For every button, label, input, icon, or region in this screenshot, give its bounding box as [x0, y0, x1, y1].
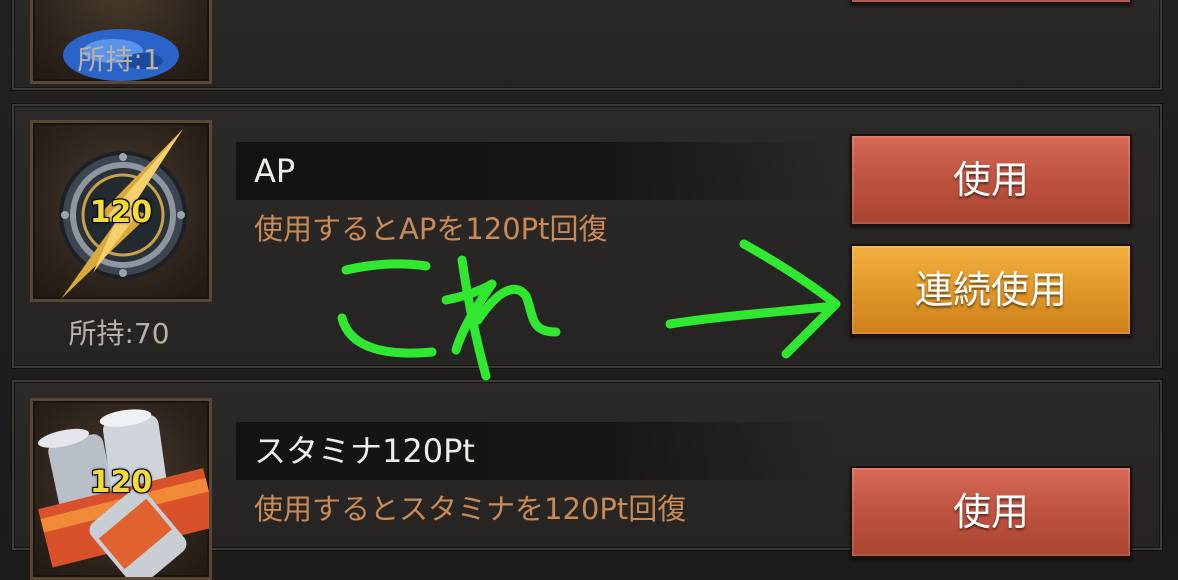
handwritten-annotation — [337, 239, 841, 381]
item-list-screen: 所持:1 使用 120 所持:70 AP 使用するとAPを120Pt回復 — [0, 0, 1178, 580]
